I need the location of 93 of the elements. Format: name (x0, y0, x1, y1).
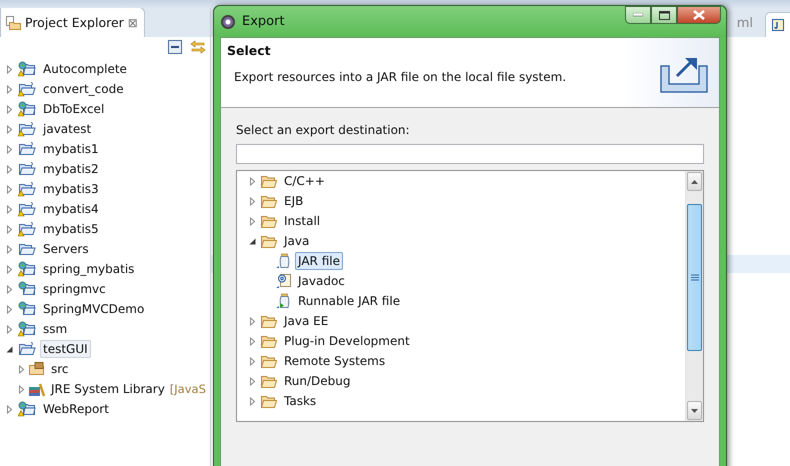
wizard-item[interactable]: Javadoc (295, 272, 348, 290)
folder-icon (261, 354, 277, 368)
expand-arrow-icon[interactable] (248, 216, 257, 226)
filter-field[interactable] (236, 144, 704, 164)
expand-arrow-icon[interactable] (17, 364, 26, 374)
project-name[interactable]: testGUI (40, 340, 91, 358)
expand-arrow-icon[interactable] (248, 376, 257, 386)
expand-arrow-icon[interactable] (248, 336, 257, 346)
minimize-icon (633, 13, 643, 17)
expand-arrow-icon[interactable] (5, 184, 14, 194)
wizard-category[interactable]: Tasks (281, 392, 320, 410)
expand-arrow-icon[interactable] (5, 244, 14, 254)
folder-icon (261, 174, 277, 188)
project-name[interactable]: ssm (40, 320, 70, 338)
close-icon (693, 10, 705, 20)
page-heading: Select (227, 43, 272, 58)
folder-icon (261, 334, 277, 348)
collapse-arrow-icon[interactable] (248, 236, 257, 246)
project-name[interactable]: mybatis5 (40, 220, 102, 238)
java-file-icon (772, 19, 784, 31)
project-name[interactable]: convert_code (40, 80, 127, 98)
folder-icon (261, 194, 277, 208)
project-name[interactable]: javatest (40, 120, 94, 138)
view-title: Project Explorer (25, 15, 124, 30)
scroll-up-icon[interactable] (687, 172, 702, 191)
wizard-category[interactable]: Install (281, 212, 324, 230)
folder-icon (261, 214, 277, 228)
editor-tab[interactable] (765, 12, 790, 37)
project-name[interactable]: mybatis4 (40, 200, 102, 218)
expand-arrow-icon[interactable] (17, 384, 26, 394)
expand-arrow-icon[interactable] (5, 124, 14, 134)
wizard-category[interactable]: Run/Debug (281, 372, 354, 390)
project-name[interactable]: WebReport (40, 400, 112, 418)
source-folder-icon (28, 361, 46, 377)
expand-arrow-icon[interactable] (5, 324, 14, 334)
expand-arrow-icon[interactable] (248, 176, 257, 186)
close-icon[interactable]: ⊠ (128, 16, 138, 30)
view-tab[interactable]: Project Explorer ⊠ (0, 8, 145, 37)
filter-label: Select an export destination: (236, 123, 411, 139)
expand-arrow-icon[interactable] (5, 204, 14, 214)
expand-arrow-icon[interactable] (248, 196, 257, 206)
wizard-category[interactable]: Remote Systems (281, 352, 388, 370)
wizard-category[interactable]: Plug-in Development (281, 332, 413, 350)
project-name[interactable]: DbToExcel (40, 100, 108, 118)
collapse-arrow-icon[interactable] (5, 344, 14, 354)
expand-arrow-icon[interactable] (5, 104, 14, 114)
wizard-item[interactable]: JAR file (295, 252, 343, 270)
gear-icon (220, 14, 236, 30)
project-name[interactable]: SpringMVCDemo (40, 300, 148, 318)
maximize-button[interactable] (651, 6, 677, 24)
explorer-icon (5, 14, 21, 30)
javadoc-icon (275, 273, 293, 289)
wizard-category[interactable]: EJB (281, 192, 306, 210)
folder-icon (261, 234, 277, 248)
tree-item-label[interactable]: JRE System Library (48, 380, 168, 398)
project-name[interactable]: Servers (40, 240, 92, 258)
link-arrows-icon[interactable] (190, 40, 206, 54)
page-description: Export resources into a JAR file on the local file system. (233, 70, 568, 84)
wizard-category[interactable]: Java (281, 232, 312, 250)
folder-icon (261, 314, 277, 328)
expand-arrow-icon[interactable] (5, 224, 14, 234)
library-decoration: [JavaS (170, 382, 206, 396)
project-name[interactable]: springmvc (40, 280, 109, 298)
dialog-title: Export (242, 14, 285, 29)
close-button[interactable] (677, 6, 721, 24)
expand-arrow-icon[interactable] (5, 164, 14, 174)
expand-arrow-icon[interactable] (5, 304, 14, 314)
wizard-category[interactable]: C/C++ (281, 172, 328, 190)
tree-item-label[interactable]: src (48, 360, 72, 378)
expand-arrow-icon[interactable] (248, 396, 257, 406)
library-icon (28, 381, 46, 397)
minimize-button[interactable] (625, 6, 651, 24)
project-name[interactable]: mybatis2 (40, 160, 102, 178)
folder-icon (261, 374, 277, 388)
expand-arrow-icon[interactable] (248, 316, 257, 326)
project-name[interactable]: mybatis1 (40, 140, 102, 158)
expand-arrow-icon[interactable] (5, 64, 14, 74)
project-name[interactable]: mybatis3 (40, 180, 102, 198)
wizard-item[interactable]: Runnable JAR file (295, 292, 404, 310)
collapse-all-icon[interactable] (168, 40, 182, 54)
expand-arrow-icon[interactable] (5, 264, 14, 274)
scrollbar-thumb[interactable] (687, 204, 702, 351)
expand-arrow-icon[interactable] (5, 84, 14, 94)
expand-arrow-icon[interactable] (5, 284, 14, 294)
wizard-category[interactable]: Java EE (281, 312, 332, 330)
project-name[interactable]: spring_mybatis (40, 260, 138, 278)
expand-arrow-icon[interactable] (5, 404, 14, 414)
scroll-down-icon[interactable] (687, 401, 702, 420)
maximize-icon (658, 10, 670, 20)
project-name[interactable]: Autocomplete (40, 60, 130, 78)
folder-icon (261, 394, 277, 408)
expand-arrow-icon[interactable] (248, 356, 257, 366)
expand-arrow-icon[interactable] (5, 144, 14, 154)
